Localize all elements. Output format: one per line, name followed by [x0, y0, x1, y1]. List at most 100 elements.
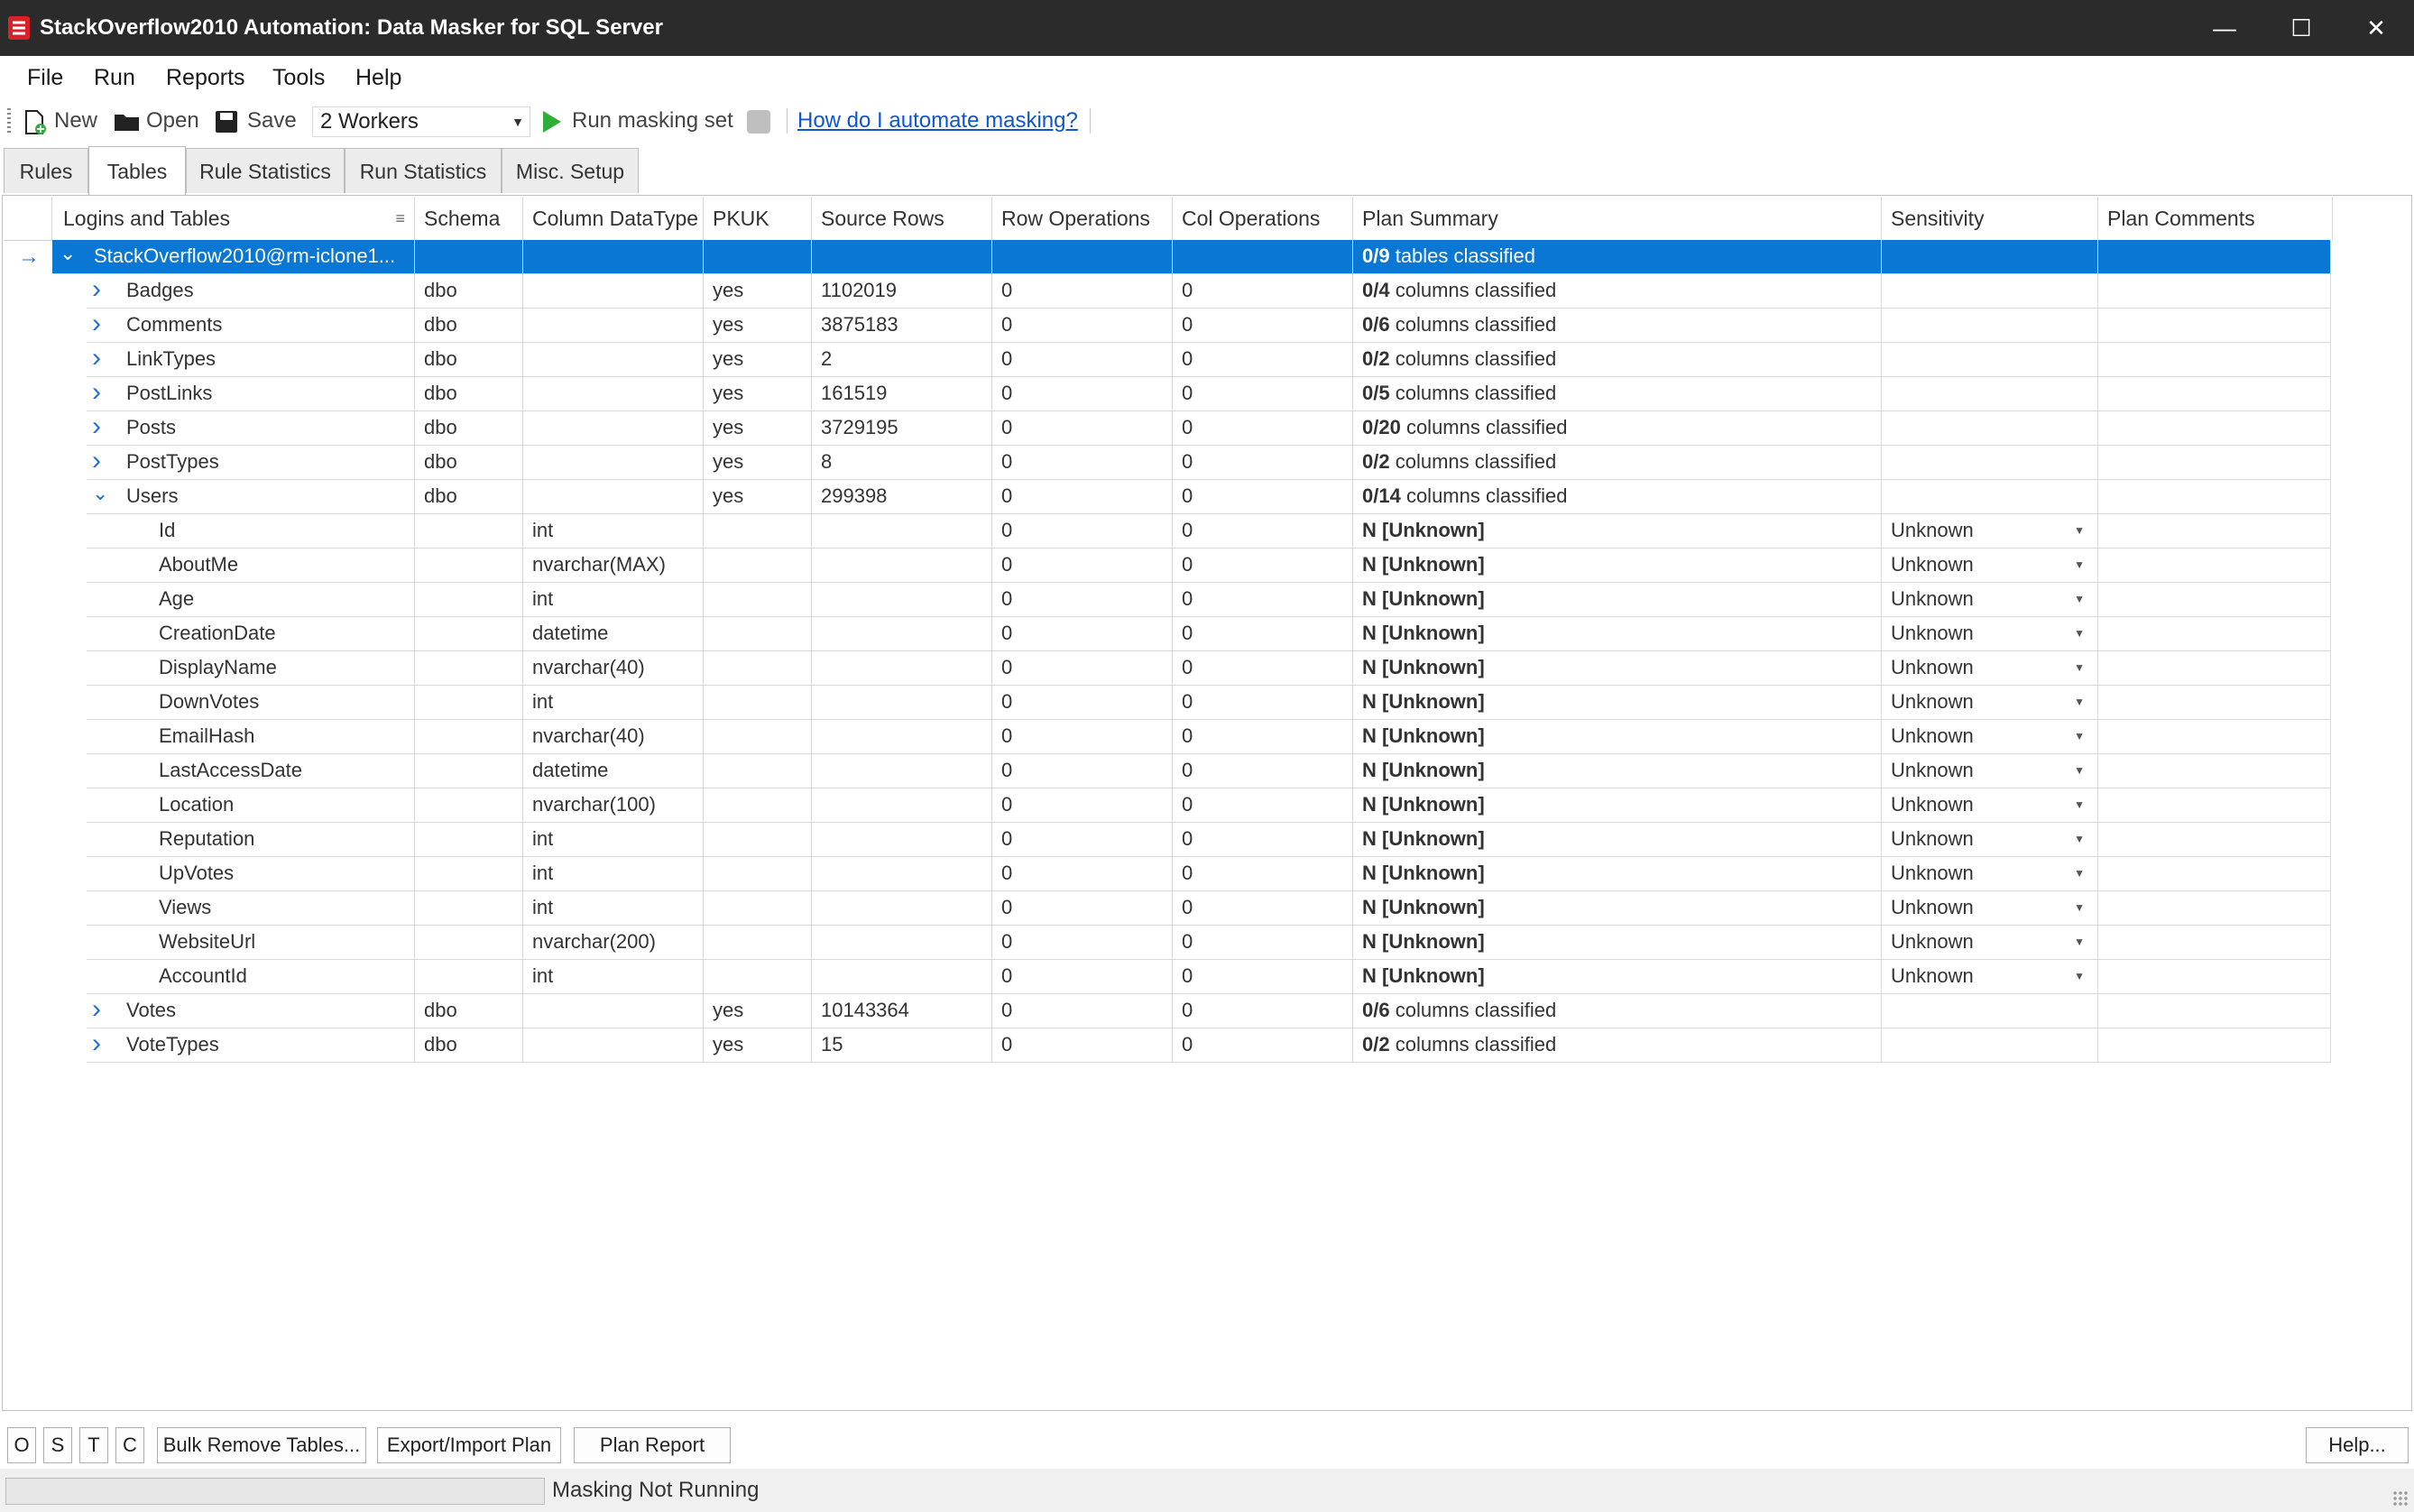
plan-comments-cell[interactable] [2098, 857, 2331, 891]
plan-comments-cell[interactable] [2098, 274, 2331, 309]
col-operations-cell[interactable]: 0 [1173, 1028, 1353, 1063]
row-operations-cell[interactable]: 0 [992, 446, 1173, 480]
plan-summary-cell[interactable]: N [Unknown] [1353, 754, 1882, 788]
plan-comments-cell[interactable] [2098, 377, 2331, 411]
tab-rules[interactable]: Rules [4, 148, 88, 193]
toolbar-grip[interactable] [7, 108, 11, 134]
col-operations-cell[interactable]: 0 [1173, 651, 1353, 686]
row-operations-cell[interactable]: 0 [992, 857, 1173, 891]
datatype-cell[interactable] [523, 377, 704, 411]
table-row[interactable]: ⌄ Users dbo yes 299398 0 0 0/14 columns classif… [4, 480, 2331, 514]
chevron-down-icon[interactable]: ▼ [2074, 617, 2085, 650]
datatype-cell[interactable]: nvarchar(40) [523, 651, 704, 686]
source-rows-cell[interactable] [812, 514, 992, 549]
row-operations-cell[interactable]: 0 [992, 823, 1173, 857]
plan-comments-cell[interactable] [2098, 960, 2331, 994]
schema-cell[interactable] [415, 583, 523, 617]
plan-summary-cell[interactable]: N [Unknown] [1353, 617, 1882, 651]
chevron-down-icon[interactable]: ▼ [2074, 514, 2085, 547]
column-row[interactable]: Location nvarchar(100) 0 0 N [Unknown] Unknow… [4, 788, 2331, 823]
sensitivity-dropdown[interactable]: Unknown ▼ [1882, 583, 2098, 617]
source-rows-cell[interactable]: 3875183 [812, 309, 992, 343]
plan-comments-cell[interactable] [2098, 651, 2331, 686]
table-row[interactable]: › Badges dbo yes 1102019 0 0 0/4 columns classi… [4, 274, 2331, 309]
sensitivity-cell[interactable] [1882, 446, 2098, 480]
column-header-source-rows[interactable]: Source Rows [812, 197, 992, 240]
column-header-datatype[interactable]: Column DataType [523, 197, 704, 240]
datatype-cell[interactable]: nvarchar(40) [523, 720, 704, 754]
sensitivity-dropdown[interactable]: Unknown ▼ [1882, 651, 2098, 686]
plan-summary-cell[interactable]: 0/5 columns classified [1353, 377, 1882, 411]
column-row[interactable]: DownVotes int 0 0 N [Unknown] Unknown ▼ [4, 686, 2331, 720]
table-row[interactable]: › Posts dbo yes 3729195 0 0 0/20 columns classi… [4, 411, 2331, 446]
column-header-plan-comments[interactable]: Plan Comments [2098, 197, 2333, 240]
close-icon[interactable]: ✕ [2340, 0, 2412, 56]
datatype-cell[interactable]: nvarchar(MAX) [523, 549, 704, 583]
row-operations-cell[interactable]: 0 [992, 343, 1173, 377]
sensitivity-dropdown[interactable]: Unknown ▼ [1882, 686, 2098, 720]
row-operations-cell[interactable]: 0 [992, 720, 1173, 754]
schema-cell[interactable]: dbo [415, 309, 523, 343]
col-operations-cell[interactable]: 0 [1173, 480, 1353, 514]
col-operations-cell[interactable]: 0 [1173, 549, 1353, 583]
menu-tools[interactable]: Tools [272, 56, 325, 99]
pkuk-cell[interactable]: yes [704, 343, 812, 377]
col-operations-cell[interactable]: 0 [1173, 754, 1353, 788]
schema-cell[interactable]: dbo [415, 994, 523, 1028]
plan-summary-cell[interactable]: 0/6 columns classified [1353, 994, 1882, 1028]
minimize-icon[interactable]: — [2188, 0, 2261, 56]
plan-comments-cell[interactable] [2098, 240, 2331, 274]
pkuk-cell[interactable]: yes [704, 377, 812, 411]
column-header-row-operations[interactable]: Row Operations [992, 197, 1173, 240]
plan-summary-cell[interactable]: N [Unknown] [1353, 651, 1882, 686]
sensitivity-dropdown[interactable]: Unknown ▼ [1882, 617, 2098, 651]
stop-icon[interactable] [747, 110, 770, 134]
table-row[interactable]: › Votes dbo yes 10143364 0 0 0/6 columns classi… [4, 994, 2331, 1028]
col-operations-cell[interactable]: 0 [1173, 274, 1353, 309]
schema-cell[interactable] [415, 788, 523, 823]
plan-comments-cell[interactable] [2098, 343, 2331, 377]
schema-cell[interactable] [415, 823, 523, 857]
row-operations-cell[interactable]: 0 [992, 994, 1173, 1028]
column-row[interactable]: Views int 0 0 N [Unknown] Unknown ▼ [4, 891, 2331, 926]
row-operations-cell[interactable] [992, 240, 1173, 274]
row-operations-cell[interactable]: 0 [992, 651, 1173, 686]
bulk-remove-tables-button[interactable]: Bulk Remove Tables... [157, 1427, 366, 1463]
t-button[interactable]: T [79, 1427, 108, 1463]
source-rows-cell[interactable]: 15 [812, 1028, 992, 1063]
menu-run[interactable]: Run [94, 56, 135, 99]
source-rows-cell[interactable]: 299398 [812, 480, 992, 514]
row-operations-cell[interactable]: 0 [992, 788, 1173, 823]
schema-cell[interactable] [415, 686, 523, 720]
source-rows-cell[interactable]: 2 [812, 343, 992, 377]
plan-comments-cell[interactable] [2098, 720, 2331, 754]
schema-cell[interactable]: dbo [415, 343, 523, 377]
datatype-cell[interactable]: int [523, 583, 704, 617]
datatype-cell[interactable] [523, 240, 704, 274]
tab-run-statistics[interactable]: Run Statistics [345, 148, 502, 193]
column-row[interactable]: Id int 0 0 N [Unknown] Unknown ▼ [4, 514, 2331, 549]
pkuk-cell[interactable]: yes [704, 274, 812, 309]
sensitivity-dropdown[interactable]: Unknown ▼ [1882, 960, 2098, 994]
col-operations-cell[interactable]: 0 [1173, 309, 1353, 343]
source-rows-cell[interactable] [812, 549, 992, 583]
expand-chevron-icon[interactable]: › [92, 411, 101, 446]
save-disk-icon[interactable] [215, 110, 238, 134]
schema-cell[interactable] [415, 549, 523, 583]
row-operations-cell[interactable]: 0 [992, 480, 1173, 514]
table-row[interactable]: › Comments dbo yes 3875183 0 0 0/6 columns clas… [4, 309, 2331, 343]
sensitivity-dropdown[interactable]: Unknown ▼ [1882, 549, 2098, 583]
schema-cell[interactable]: dbo [415, 274, 523, 309]
sensitivity-cell[interactable] [1882, 377, 2098, 411]
pkuk-cell[interactable] [704, 617, 812, 651]
menu-reports[interactable]: Reports [166, 56, 245, 99]
sensitivity-cell[interactable] [1882, 274, 2098, 309]
pkuk-cell[interactable] [704, 549, 812, 583]
plan-summary-cell[interactable]: N [Unknown] [1353, 514, 1882, 549]
tab-tables[interactable]: Tables [88, 146, 186, 195]
table-row[interactable]: › VoteTypes dbo yes 15 0 0 0/2 columns classifi… [4, 1028, 2331, 1063]
table-row[interactable]: › PostLinks dbo yes 161519 0 0 0/5 columns clas… [4, 377, 2331, 411]
maximize-icon[interactable]: ☐ [2265, 0, 2337, 56]
schema-cell[interactable] [415, 651, 523, 686]
schema-cell[interactable] [415, 514, 523, 549]
